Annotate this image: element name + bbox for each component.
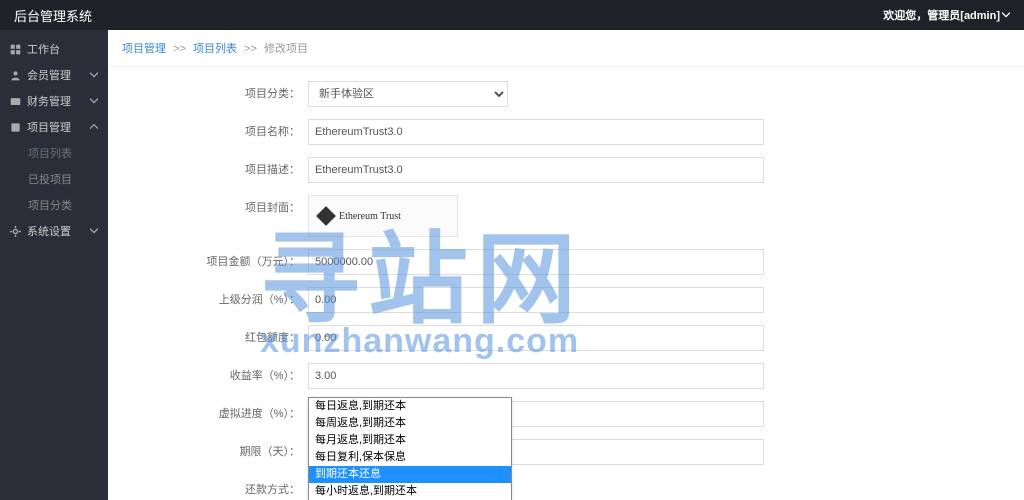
label-desc: 项目描述：	[108, 157, 308, 183]
cover-text: Ethereum Trust	[339, 211, 401, 222]
breadcrumb-sep: >>	[244, 43, 257, 55]
label-category: 项目分类：	[108, 81, 308, 107]
breadcrumb: 项目管理 >> 项目列表 >> 修改项目	[108, 30, 1024, 67]
dashboard-icon	[10, 44, 21, 55]
breadcrumb-link-b[interactable]: 项目列表	[193, 43, 237, 55]
sidebar-label: 项目管理	[27, 119, 90, 135]
label-amount: 项目金额（万元）：	[108, 249, 308, 275]
label-cover: 项目封面：	[108, 195, 308, 221]
input-amount[interactable]	[308, 249, 764, 275]
sidebar-item-dashboard[interactable]: 工作台	[0, 36, 108, 62]
main-content: 项目管理 >> 项目列表 >> 修改项目 项目分类： 新手体验区 项目名称：	[108, 30, 1024, 500]
sidebar-sub-category[interactable]: 项目分类	[0, 192, 108, 218]
ethereum-icon	[316, 206, 336, 226]
breadcrumb-current: 修改项目	[264, 43, 308, 55]
sidebar-label: 系统设置	[27, 223, 90, 239]
label-parent: 上级分润（%）：	[108, 287, 308, 313]
sidebar-label: 会员管理	[27, 67, 90, 83]
chevron-down-icon	[1002, 11, 1010, 19]
dropdown-option[interactable]: 每日返息,到期还本	[309, 398, 511, 415]
gear-icon	[10, 226, 21, 237]
sidebar-item-members[interactable]: 会员管理	[0, 62, 108, 88]
project-icon	[10, 122, 21, 133]
chevron-down-icon	[90, 71, 98, 79]
input-parent[interactable]	[308, 287, 764, 313]
label-period: 期限（天）：	[108, 439, 308, 465]
dropdown-option[interactable]: 每月返息,到期还本	[309, 432, 511, 449]
input-desc[interactable]	[308, 157, 764, 183]
welcome-text: 欢迎您，管理员[admin]	[883, 7, 1000, 23]
dropdown-option[interactable]: 每日复利,保本保息	[309, 449, 511, 466]
sidebar-sub-invested[interactable]: 已投项目	[0, 166, 108, 192]
dropdown-option[interactable]: 每周返息,到期还本	[309, 415, 511, 432]
sidebar-label: 财务管理	[27, 93, 90, 109]
sidebar-item-finance[interactable]: 财务管理	[0, 88, 108, 114]
sidebar-item-projects[interactable]: 项目管理	[0, 114, 108, 140]
repay-dropdown[interactable]: 每日返息,到期还本 每周返息,到期还本 每月返息,到期还本 每日复利,保本保息 …	[308, 397, 512, 500]
label-rate: 收益率（%）：	[108, 363, 308, 389]
input-name[interactable]	[308, 119, 764, 145]
sidebar-sub-project-list[interactable]: 项目列表	[0, 140, 108, 166]
edit-project-form: 项目分类： 新手体验区 项目名称： 项目描述： 项目封面：	[108, 67, 1024, 500]
sidebar-item-settings[interactable]: 系统设置	[0, 218, 108, 244]
label-hongbao: 红包额度：	[108, 325, 308, 351]
cover-preview[interactable]: Ethereum Trust	[308, 195, 458, 237]
input-rate[interactable]	[308, 363, 764, 389]
label-name: 项目名称：	[108, 119, 308, 145]
dropdown-option-selected[interactable]: 到期还本还息	[309, 466, 511, 483]
user-menu[interactable]: 欢迎您，管理员[admin]	[883, 7, 1010, 23]
chevron-down-icon	[90, 227, 98, 235]
label-repay: 还款方式：	[108, 477, 308, 500]
chevron-up-icon	[90, 123, 98, 131]
wallet-icon	[10, 96, 21, 107]
breadcrumb-sep: >>	[173, 43, 186, 55]
select-category[interactable]: 新手体验区	[308, 81, 508, 107]
breadcrumb-link-a[interactable]: 项目管理	[122, 43, 166, 55]
input-hongbao[interactable]	[308, 325, 764, 351]
sidebar: 工作台 会员管理 财务管理 项目管理 项目列表 已投项目 项目分类	[0, 30, 108, 500]
chevron-down-icon	[90, 97, 98, 105]
users-icon	[10, 70, 21, 81]
label-progress: 虚拟进度（%）：	[108, 401, 308, 427]
app-title: 后台管理系统	[14, 6, 92, 25]
sidebar-label: 工作台	[27, 41, 98, 57]
dropdown-option[interactable]: 每小时返息,到期还本	[309, 483, 511, 500]
app-header: 后台管理系统 欢迎您，管理员[admin]	[0, 0, 1024, 30]
